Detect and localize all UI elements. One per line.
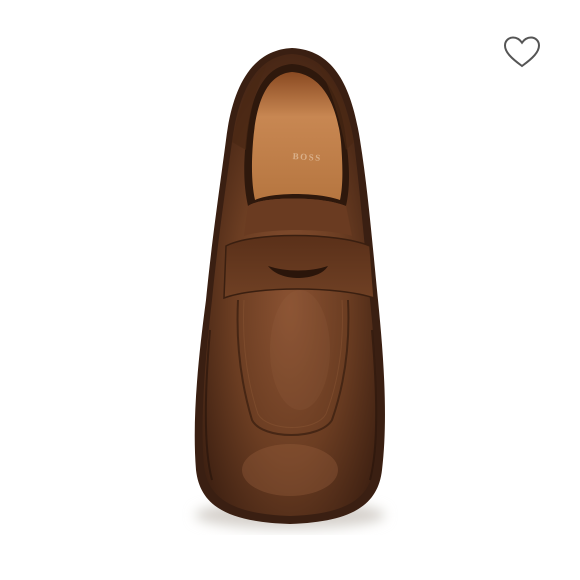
insole-brand-stamp: BOSS [292, 151, 322, 163]
heart-outline-icon [503, 36, 541, 68]
wishlist-button[interactable] [500, 32, 544, 72]
product-photo: BOSS [194, 48, 385, 529]
product-image-viewer: BOSS [0, 0, 580, 580]
penny-strap [223, 234, 375, 300]
